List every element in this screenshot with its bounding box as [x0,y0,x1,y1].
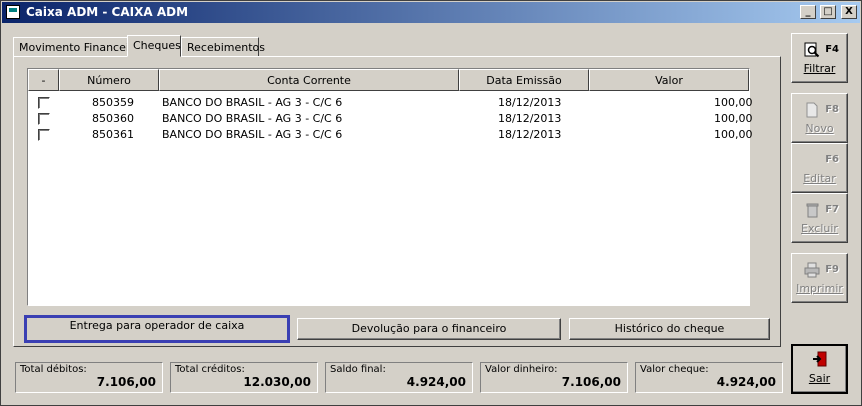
cell-numero: 850360 [92,112,134,125]
row-checkbox[interactable] [38,97,50,109]
saldo-final-field: Saldo final: 4.924,00 [325,362,473,393]
printer-icon [804,262,820,278]
cell-conta: BANCO DO BRASIL - AG 3 - C/C 6 [162,128,343,141]
new-document-icon [806,102,818,118]
devolucao-financeiro-button[interactable]: Devolução para o financeiro [297,318,561,340]
imprimir-label: Imprimir [796,282,843,295]
editar-label: Editar [803,172,836,185]
column-header-select[interactable]: - [28,69,59,91]
excluir-button[interactable]: F7 Excluir [791,193,848,243]
cell-conta: BANCO DO BRASIL - AG 3 - C/C 6 [162,112,343,125]
column-header-numero[interactable]: Número [59,69,159,91]
valor-cheque-value: 4.924,00 [716,375,776,389]
table-row[interactable]: 850361 BANCO DO BRASIL - AG 3 - C/C 6 18… [28,126,753,143]
valor-dinheiro-field: Valor dinheiro: 7.106,00 [480,362,628,393]
cell-valor: 100,00 [714,96,753,109]
entrega-operador-button[interactable]: Entrega para operador de caixa [24,315,290,343]
novo-label: Novo [805,122,834,135]
cell-valor: 100,00 [714,112,753,125]
filtrar-label: Filtrar [803,62,836,75]
minimize-button[interactable]: _ [800,5,816,19]
cell-numero: 850361 [92,128,134,141]
valor-cheque-field: Valor cheque: 4.924,00 [635,362,783,393]
cell-data: 18/12/2013 [498,96,562,109]
title-bar[interactable]: Caixa ADM - CAIXA ADM _ □ X [2,2,860,23]
filtrar-button[interactable]: F4 Filtrar [791,33,848,83]
column-header-conta-corrente[interactable]: Conta Corrente [159,69,459,91]
imprimir-shortcut: F9 [825,264,839,275]
maximize-button[interactable]: □ [820,5,836,19]
valor-dinheiro-value: 7.106,00 [561,375,621,389]
main-window: Caixa ADM - CAIXA ADM _ □ X Movimento Fi… [0,0,862,406]
total-debitos-field: Total débitos: 7.106,00 [15,362,163,393]
valor-dinheiro-label: Valor dinheiro: [485,364,558,375]
valor-cheque-label: Valor cheque: [640,364,709,375]
novo-shortcut: F8 [825,104,839,115]
total-debitos-label: Total débitos: [20,364,87,375]
total-creditos-label: Total créditos: [175,364,245,375]
cell-numero: 850359 [92,96,134,109]
excluir-shortcut: F7 [825,204,839,215]
column-header-valor[interactable]: Valor [589,69,749,91]
cell-data: 18/12/2013 [498,112,562,125]
window-title: Caixa ADM - CAIXA ADM [26,5,189,19]
column-header-data-emissao[interactable]: Data Emissão [459,69,589,91]
imprimir-button[interactable]: F9 Imprimir [791,253,848,303]
saldo-final-value: 4.924,00 [406,375,466,389]
trash-icon [806,203,819,218]
row-checkbox[interactable] [38,113,50,125]
table-row[interactable]: 850360 BANCO DO BRASIL - AG 3 - C/C 6 18… [28,110,753,127]
total-creditos-value: 12.030,00 [243,375,311,389]
historico-cheque-button[interactable]: Histórico do cheque [569,318,770,340]
cell-valor: 100,00 [714,128,753,141]
magnifier-icon [804,42,820,58]
excluir-label: Excluir [801,222,838,235]
editar-shortcut: F6 [825,154,839,165]
app-icon [6,5,20,19]
novo-button[interactable]: F8 Novo [791,93,848,143]
exit-door-icon [813,351,827,367]
tab-recebimentos[interactable]: Recebimentos [181,37,265,57]
table-row[interactable]: 850359 BANCO DO BRASIL - AG 3 - C/C 6 18… [28,94,753,111]
edit-icon [804,152,820,168]
saldo-final-label: Saldo final: [330,364,386,375]
editar-button[interactable]: F6 Editar [791,143,848,193]
cell-data: 18/12/2013 [498,128,562,141]
filtrar-shortcut: F4 [825,44,839,55]
grid-header: - Número Conta Corrente Data Emissão Val… [28,69,749,91]
sair-button[interactable]: Sair [791,344,848,394]
sair-label: Sair [808,372,831,385]
row-checkbox[interactable] [38,129,50,141]
cheques-grid[interactable]: - Número Conta Corrente Data Emissão Val… [27,68,753,306]
total-debitos-value: 7.106,00 [96,375,156,389]
cell-conta: BANCO DO BRASIL - AG 3 - C/C 6 [162,96,343,109]
tab-cheques[interactable]: Cheques [127,35,181,57]
total-creditos-field: Total créditos: 12.030,00 [170,362,318,393]
tab-movimento-financeiro[interactable]: Movimento Financeiro [13,37,140,57]
close-button[interactable]: X [841,5,857,19]
